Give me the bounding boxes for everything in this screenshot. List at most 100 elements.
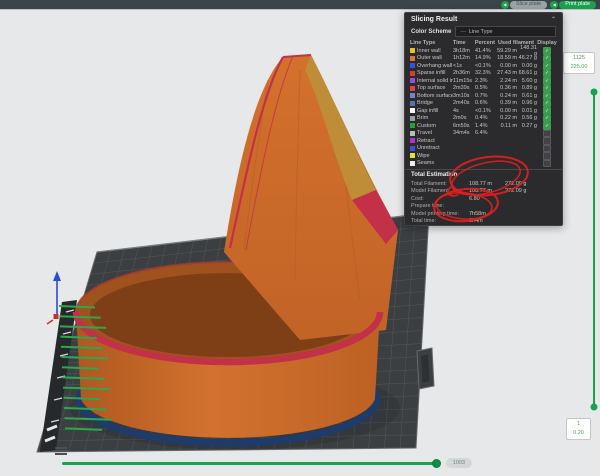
line-type-used-g: 0.56 g <box>517 115 537 121</box>
line-type-row: Seams <box>405 160 562 168</box>
collapse-chevron-icon[interactable]: ⌃ <box>551 16 556 23</box>
slice-plate-label[interactable]: Slice plate <box>510 1 547 9</box>
layer-number-bottom: 1 <box>567 420 590 429</box>
line-type-percent: 1.4% <box>475 123 495 129</box>
line-type-percent: 0.5% <box>475 85 495 91</box>
line-type-time: 3m10s <box>453 93 475 99</box>
col-line-type: Line Type <box>410 40 453 46</box>
print-plate-label[interactable]: Print plate <box>559 1 596 9</box>
sliced-model[interactable] <box>76 55 398 438</box>
total-label: Total time: <box>411 218 469 224</box>
line-type-used-g: 0.89 g <box>517 85 537 91</box>
panel-title: Slicing Result <box>411 16 457 23</box>
total-row: Model Filament: 108.77 m 272.09 g <box>405 188 562 196</box>
layer-slider[interactable] <box>591 89 598 411</box>
line-type-row: Sparse infill 2h36m 32.3% 27.43 m 68.61 … <box>405 70 562 78</box>
display-checkbox[interactable] <box>543 100 551 108</box>
line-type-swatch <box>410 153 415 158</box>
move-slider-track[interactable] <box>62 462 438 465</box>
line-type-percent: 0.4% <box>475 115 495 121</box>
line-type-name: Gap infill <box>417 108 438 114</box>
app-window: ◀ Slice plate ◀ Print plate <box>0 0 600 476</box>
line-type-row: Wipe <box>405 152 562 160</box>
line-type-used-m: 0.00 m <box>495 63 517 69</box>
line-type-percent: 41.4% <box>475 48 495 54</box>
line-type-name: Custom <box>417 123 436 129</box>
line-type-time: 3h18m <box>453 48 475 54</box>
col-display: Display <box>537 40 557 46</box>
display-checkbox[interactable] <box>543 77 551 85</box>
color-scheme-dropdown[interactable]: — Line Type <box>455 26 556 37</box>
display-checkbox[interactable] <box>543 55 551 63</box>
line-type-swatch <box>410 71 415 76</box>
display-checkbox[interactable] <box>543 107 551 115</box>
total-estimation-table: Total Filament: 108.77 m 272.09 g Model … <box>405 180 562 225</box>
line-type-name: Travel <box>417 130 432 136</box>
line-type-time: 2m0s <box>453 115 475 121</box>
display-checkbox[interactable] <box>543 92 551 100</box>
display-checkbox[interactable] <box>543 160 551 168</box>
print-plate-button[interactable]: ◀ Print plate <box>550 1 596 9</box>
slice-plate-button[interactable]: ◀ Slice plate <box>501 1 547 9</box>
line-type-time: 11m15s <box>453 78 475 84</box>
line-type-name: Sparse infill <box>417 70 445 76</box>
slicing-result-panel: Slicing Result ⌃ Color Scheme — Line Typ… <box>404 12 563 226</box>
line-type-used-g: 46.27 g <box>517 55 537 61</box>
slice-dropdown-icon[interactable]: ◀ <box>501 1 509 9</box>
line-type-row: Top surface 2m39s 0.5% 0.36 m 0.89 g <box>405 85 562 93</box>
line-type-row: Travel 34m4s 6.4% <box>405 130 562 138</box>
line-type-swatch <box>410 131 415 136</box>
move-slider-thumb[interactable] <box>432 459 441 468</box>
total-label: Model Filament: <box>411 188 469 194</box>
line-type-used-m: 0.11 m <box>495 123 517 129</box>
line-type-swatch <box>410 101 415 106</box>
line-type-time: 2m40s <box>453 100 475 106</box>
line-type-used-m: 59.29 m <box>495 48 517 54</box>
line-type-row: Retract <box>405 137 562 145</box>
line-type-used-m: 18.59 m <box>495 55 517 61</box>
display-checkbox[interactable] <box>543 70 551 78</box>
line-type-time: <1s <box>453 63 475 69</box>
print-dropdown-icon[interactable]: ◀ <box>550 1 558 9</box>
line-type-name: Brim <box>417 115 428 121</box>
line-type-name: Unretract <box>417 145 440 151</box>
total-value-2: 272.09 g <box>505 181 556 187</box>
line-type-time: 2h36m <box>453 70 475 76</box>
total-value: 6.80 <box>469 196 505 202</box>
color-scheme-value: Line Type <box>469 29 493 35</box>
line-type-name: Bridge <box>417 100 433 106</box>
line-type-used-g: 5.60 g <box>517 78 537 84</box>
layer-number-top: 1125 <box>564 54 594 63</box>
move-slider-value: 1003 <box>446 458 472 468</box>
line-type-name: Overhang wall <box>417 63 452 69</box>
display-checkbox[interactable] <box>543 130 551 138</box>
total-label: Total Filament: <box>411 181 469 187</box>
line-type-time: 1h12m <box>453 55 475 61</box>
line-type-swatch <box>410 108 415 113</box>
display-checkbox[interactable] <box>543 47 551 55</box>
line-type-swatch <box>410 93 415 98</box>
display-checkbox[interactable] <box>543 85 551 93</box>
total-value: 7h58m <box>469 211 505 217</box>
display-checkbox[interactable] <box>543 137 551 145</box>
z-axis-arrow <box>53 271 61 281</box>
line-type-used-m: 27.43 m <box>495 70 517 76</box>
display-checkbox[interactable] <box>543 115 551 123</box>
display-checkbox[interactable] <box>543 145 551 153</box>
line-type-row: Bottom surface 3m10s 0.7% 0.24 m 0.61 g <box>405 92 562 100</box>
total-row: Total time: 8h4m <box>405 218 562 226</box>
display-checkbox[interactable] <box>543 62 551 70</box>
total-label: Prepare time: <box>411 203 469 209</box>
total-value: 108.77 m <box>469 188 505 194</box>
line-type-swatch <box>410 146 415 151</box>
display-checkbox[interactable] <box>543 152 551 160</box>
line-type-name: Retract <box>417 138 435 144</box>
line-type-row: Inner wall 3h18m 41.4% 59.29 m 148.31 g <box>405 47 562 55</box>
display-checkbox[interactable] <box>543 122 551 130</box>
layer-slider-top-badge[interactable]: 1125 225.00 <box>563 52 595 74</box>
line-type-name: Outer wall <box>417 55 442 61</box>
axis-indicator <box>47 271 61 324</box>
layer-slider-bottom-badge[interactable]: 1 0.20 <box>566 418 591 440</box>
line-type-name: Bottom surface <box>417 93 453 99</box>
line-type-swatch <box>410 161 415 166</box>
